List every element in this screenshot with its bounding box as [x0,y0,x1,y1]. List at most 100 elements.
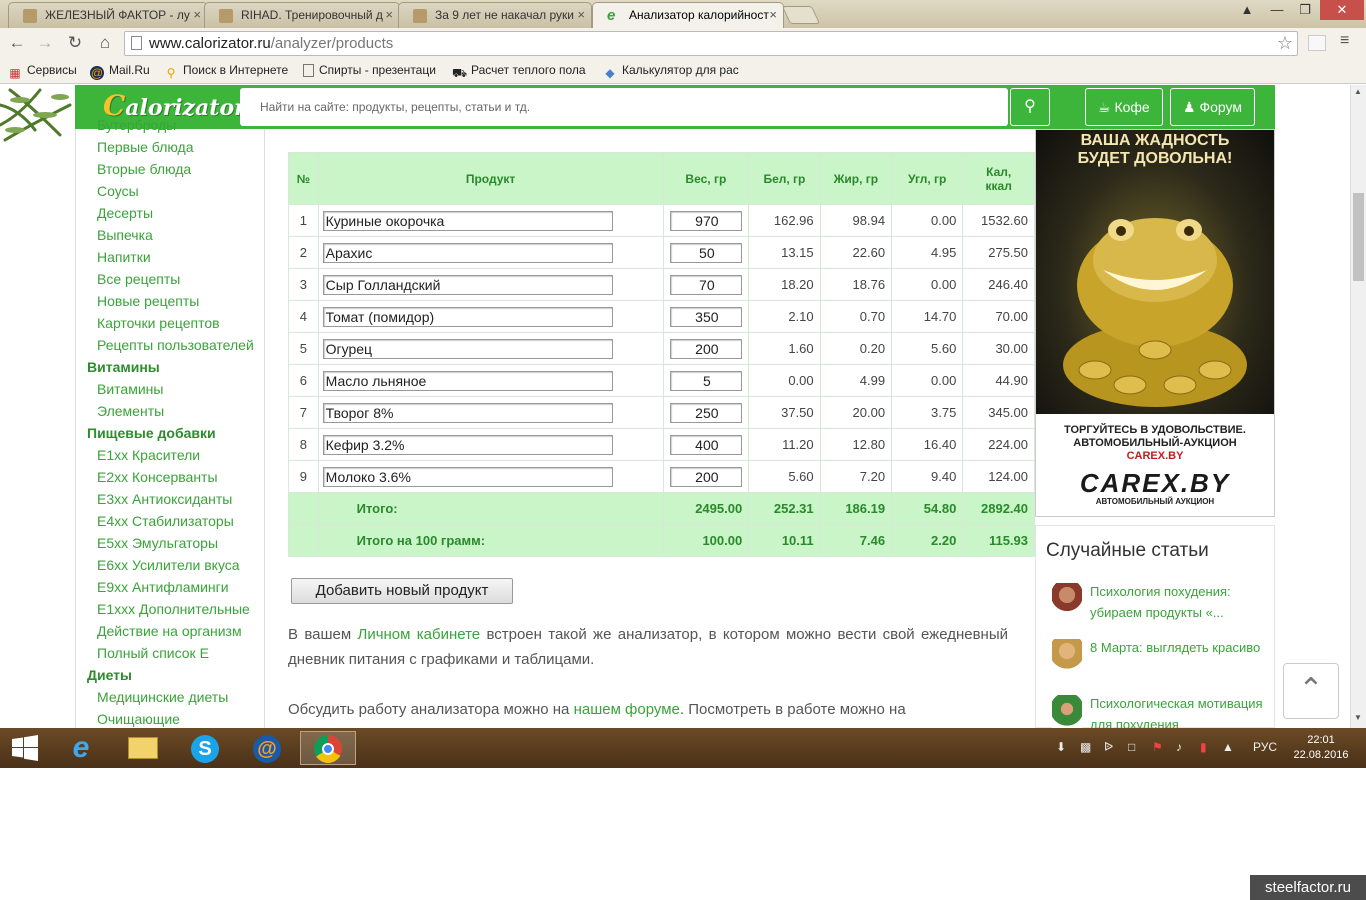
tab-close-icon[interactable]: × [769,3,777,27]
product-input[interactable]: Сыр Голландский [322,274,613,295]
sidebar-item[interactable]: E1xx Красители [97,447,200,463]
article-item[interactable]: Психологическая мотивация для похудения [1046,693,1271,728]
file-explorer-icon[interactable] [115,731,171,765]
sidebar-item[interactable]: Все рецепты [97,271,180,287]
sidebar-item[interactable]: E1xxx Дополнительные [97,601,250,617]
minimize-icon[interactable]: — [1262,0,1292,20]
keyboard-tray-icon[interactable]: ▩ [1080,740,1091,754]
article-item[interactable]: Психология похудения: убираем продукты «… [1046,581,1271,627]
add-product-button[interactable]: Добавить новый продукт [291,578,513,604]
sidebar-item[interactable]: Витамины [97,381,163,397]
forward-icon[interactable]: → [34,32,56,54]
sidebar-item[interactable]: Первые блюда [97,139,194,155]
coffee-button[interactable]: ☕ Кофе [1085,88,1163,126]
weight-input[interactable]: 5 [669,370,742,391]
sidebar-item[interactable]: Бутерброды [97,117,176,133]
sidebar-item[interactable]: Вторые блюда [97,161,191,177]
tab-close-icon[interactable]: × [385,3,393,27]
weight-input[interactable]: 200 [669,338,742,359]
chrome-taskbar-icon[interactable] [300,731,356,765]
chrome-menu-icon[interactable]: ≡ [1340,32,1349,50]
weight-input[interactable]: 70 [669,274,742,295]
forum-link[interactable]: нашем форуме [574,701,680,718]
mail-agent-icon[interactable]: @ [239,731,295,765]
sidebar-item[interactable]: Медицинские диеты [97,689,228,705]
browser-tab-active[interactable]: e Анализатор калорийност × [592,2,784,28]
site-search-input[interactable]: Найти на сайте: продукты, рецепты, стать… [240,88,1008,126]
flag-tray-icon[interactable]: ⚑ [1152,740,1163,754]
sidebar-category[interactable]: Пищевые добавки [87,425,216,441]
battery-icon[interactable]: ▮ [1200,740,1207,754]
article-link[interactable]: 8 Марта: выглядеть красиво [1090,637,1270,658]
scroll-to-top-button[interactable]: ⌃ [1283,663,1339,719]
sidebar-category[interactable]: Диеты [87,667,132,683]
sidebar-item[interactable]: Рецепты пользователей [97,337,254,353]
scroll-up-arrow-icon[interactable]: ▲ [1354,87,1362,96]
extension-icon[interactable] [1308,35,1326,51]
sidebar-item[interactable]: Десерты [97,205,153,221]
page-scrollbar[interactable]: ▲ ▼ [1350,85,1366,728]
weight-input[interactable]: 970 [669,210,742,231]
forum-button[interactable]: ♟ Форум [1170,88,1255,126]
sidebar-item[interactable]: E2xx Консерванты [97,469,218,485]
user-icon[interactable]: ▲ [1232,0,1262,20]
scrollbar-thumb[interactable] [1353,193,1364,281]
reload-icon[interactable]: ↻ [64,32,86,54]
tab-close-icon[interactable]: × [193,3,201,27]
browser-tab[interactable]: ЖЕЛЕЗНЫЙ ФАКТОР - лу × [8,2,208,28]
sidebar-item[interactable]: Действие на организм [97,623,242,639]
product-input[interactable]: Масло льняное [322,370,613,391]
bookmark-star-icon[interactable]: ☆ [1277,32,1293,55]
product-input[interactable]: Огурец [322,338,613,359]
sidebar-item[interactable]: E5xx Эмульгаторы [97,535,218,551]
sidebar-item[interactable]: Напитки [97,249,151,265]
bookmark-mailru[interactable]: @ Mail.Ru [90,62,150,80]
skype-icon[interactable]: S [177,731,233,765]
article-link[interactable]: Психология похудения: убираем продукты «… [1090,581,1270,623]
product-input[interactable]: Куриные окорочка [322,210,613,231]
bookmark-calculator[interactable]: ◆ Калькулятор для рас [603,62,738,80]
product-input[interactable]: Творог 8% [322,402,613,423]
scroll-down-arrow-icon[interactable]: ▼ [1354,713,1362,722]
bookmark-search[interactable]: ⚲ Поиск в Интернете [164,62,289,80]
sidebar-item[interactable]: Соусы [97,183,139,199]
volume-icon[interactable]: ♪ [1176,740,1182,754]
bookmark-spirits[interactable]: Спирты - презентаци [303,62,436,78]
sidebar-item[interactable]: Выпечка [97,227,153,243]
weight-input[interactable]: 400 [669,434,742,455]
product-input[interactable]: Томат (помидор) [322,306,613,327]
network-icon[interactable]: ▲ [1222,740,1234,754]
bookmark-floor[interactable]: ⛟ Расчет теплого пола [452,62,586,80]
browser-tab[interactable]: RIHAD. Тренировочный д × [204,2,400,28]
sidebar-item[interactable]: Элементы [97,403,164,419]
sidebar-item[interactable]: Новые рецепты [97,293,199,309]
sidebar-category[interactable]: Витамины [87,359,160,375]
window-close-icon[interactable]: ✕ [1320,0,1364,20]
product-input[interactable]: Арахис [322,242,613,263]
tab-close-icon[interactable]: × [577,3,585,27]
bluetooth-icon[interactable]: ᐉ [1104,740,1113,754]
internet-explorer-icon[interactable]: e [53,731,109,765]
search-button[interactable]: ⚲ [1010,88,1050,126]
carex-advertisement[interactable]: ВАША ЖАДНОСТЬ БУДЕТ ДОВОЛЬНА! ТОРГУЙТЕСЬ… [1035,129,1275,517]
sidebar-item[interactable]: Карточки рецептов [97,315,220,331]
language-indicator[interactable]: РУС [1253,740,1277,754]
weight-input[interactable]: 50 [669,242,742,263]
bookmark-services[interactable]: ▦ Сервисы [8,62,76,80]
product-input[interactable]: Молоко 3.6% [322,466,613,487]
browser-tab[interactable]: За 9 лет не накачал руки × [398,2,592,28]
sidebar-item[interactable]: Полный список E [97,645,209,661]
sidebar-item[interactable]: E4xx Стабилизаторы [97,513,234,529]
restore-icon[interactable]: ❐ [1290,0,1320,20]
article-link[interactable]: Психологическая мотивация для похудения [1090,693,1270,728]
new-tab-button[interactable] [781,6,821,24]
product-input[interactable]: Кефир 3.2% [322,434,613,455]
weight-input[interactable]: 200 [669,466,742,487]
sidebar-item[interactable]: E6xx Усилители вкуса [97,557,240,573]
display-tray-icon[interactable]: □ [1128,740,1135,754]
sidebar-item[interactable]: E3xx Антиоксиданты [97,491,232,507]
taskbar-clock[interactable]: 22:01 22.08.2016 [1290,733,1352,763]
home-icon[interactable]: ⌂ [94,32,116,54]
article-item[interactable]: 8 Марта: выглядеть красиво [1046,637,1271,683]
windows-start-icon[interactable] [0,731,50,765]
